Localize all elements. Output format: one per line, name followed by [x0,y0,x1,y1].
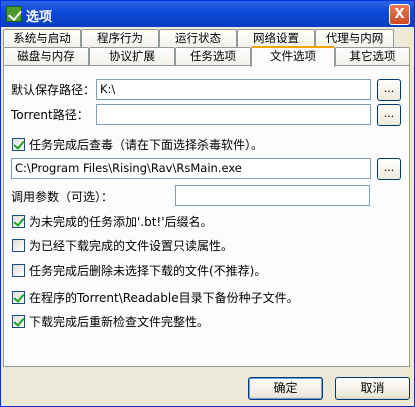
file-options-panel: 默认保存路径： K:\ ... Torrent路径： ... 任务完成后查毒（请… [3,65,410,367]
tab-row-1: 系统与启动 程序行为 运行状态 网络设置 代理与内网 [3,29,394,47]
option-bt-suffix-checkbox[interactable] [12,215,25,228]
antivirus-check-option[interactable]: 任务完成后查毒（请在下面选择杀毒软件）。 [12,136,263,153]
torrent-path-input[interactable] [96,104,371,125]
antivirus-path-input[interactable]: C:\Program Files\Rising\Rav\RsMain.exe [11,158,371,179]
tab-other-options[interactable]: 其它选项 [335,47,410,65]
option-delete-unselected-label: 任务完成后删除未选择下载的文件(不推荐)。 [29,264,267,278]
tab-proxy-intranet[interactable]: 代理与内网 [315,29,394,47]
tab-task-options[interactable]: 任务选项 [175,47,251,65]
antivirus-checkbox[interactable] [12,138,25,151]
default-save-path-input[interactable]: K:\ [96,79,371,100]
option-backup-torrent-label: 在程序的Torrent\Readable目录下备份种子文件。 [29,291,299,305]
torrent-path-label: Torrent路径： [11,108,89,122]
option-bt-suffix-label: 为未完成的任务添加'.bt!'后缀名。 [29,215,213,229]
option-readonly[interactable]: 为已经下载完成的文件设置只读属性。 [12,237,233,254]
tab-protocol-extension[interactable]: 协议扩展 [89,47,175,65]
torrent-path-browse-button[interactable]: ... [377,104,401,126]
default-save-path-browse-button[interactable]: ... [377,79,401,101]
title-bar: 选项 X [1,1,414,27]
app-icon [6,6,22,22]
option-delete-unselected[interactable]: 任务完成后删除未选择下载的文件(不推荐)。 [12,262,266,279]
call-params-input[interactable] [175,185,370,206]
tab-row-2: 磁盘与内存 协议扩展 任务选项 文件选项 其它选项 [3,46,410,67]
option-backup-torrent-checkbox[interactable] [12,291,25,304]
tab-disk-memory[interactable]: 磁盘与内存 [3,47,89,65]
option-recheck-integrity-checkbox[interactable] [12,315,25,328]
close-button[interactable]: X [389,4,410,25]
ok-button[interactable]: 确定 [248,377,323,400]
call-params-label: 调用参数（可选）： [11,190,114,204]
option-delete-unselected-checkbox[interactable] [12,264,25,277]
tab-program-behavior[interactable]: 程序行为 [81,29,159,47]
option-recheck-integrity-label: 下载完成后重新检查文件完整性。 [29,315,210,329]
options-dialog: 选项 X 系统与启动 程序行为 运行状态 网络设置 代理与内网 磁盘与内存 协议… [0,0,415,407]
tab-network-settings[interactable]: 网络设置 [237,29,315,47]
option-readonly-label: 为已经下载完成的文件设置只读属性。 [29,239,234,253]
tab-system-startup[interactable]: 系统与启动 [3,29,81,47]
cancel-button[interactable]: 取消 [335,377,410,400]
tab-file-options[interactable]: 文件选项 [251,46,335,67]
default-save-path-label: 默认保存路径： [11,83,96,97]
antivirus-check-label: 任务完成后查毒（请在下面选择杀毒软件）。 [29,138,264,152]
antivirus-path-browse-button[interactable]: ... [377,158,401,180]
tab-running-status[interactable]: 运行状态 [159,29,237,47]
option-recheck-integrity[interactable]: 下载完成后重新检查文件完整性。 [12,313,209,330]
option-readonly-checkbox[interactable] [12,239,25,252]
window-title: 选项 [26,10,53,25]
option-bt-suffix[interactable]: 为未完成的任务添加'.bt!'后缀名。 [12,213,213,230]
option-backup-torrent[interactable]: 在程序的Torrent\Readable目录下备份种子文件。 [12,289,299,306]
